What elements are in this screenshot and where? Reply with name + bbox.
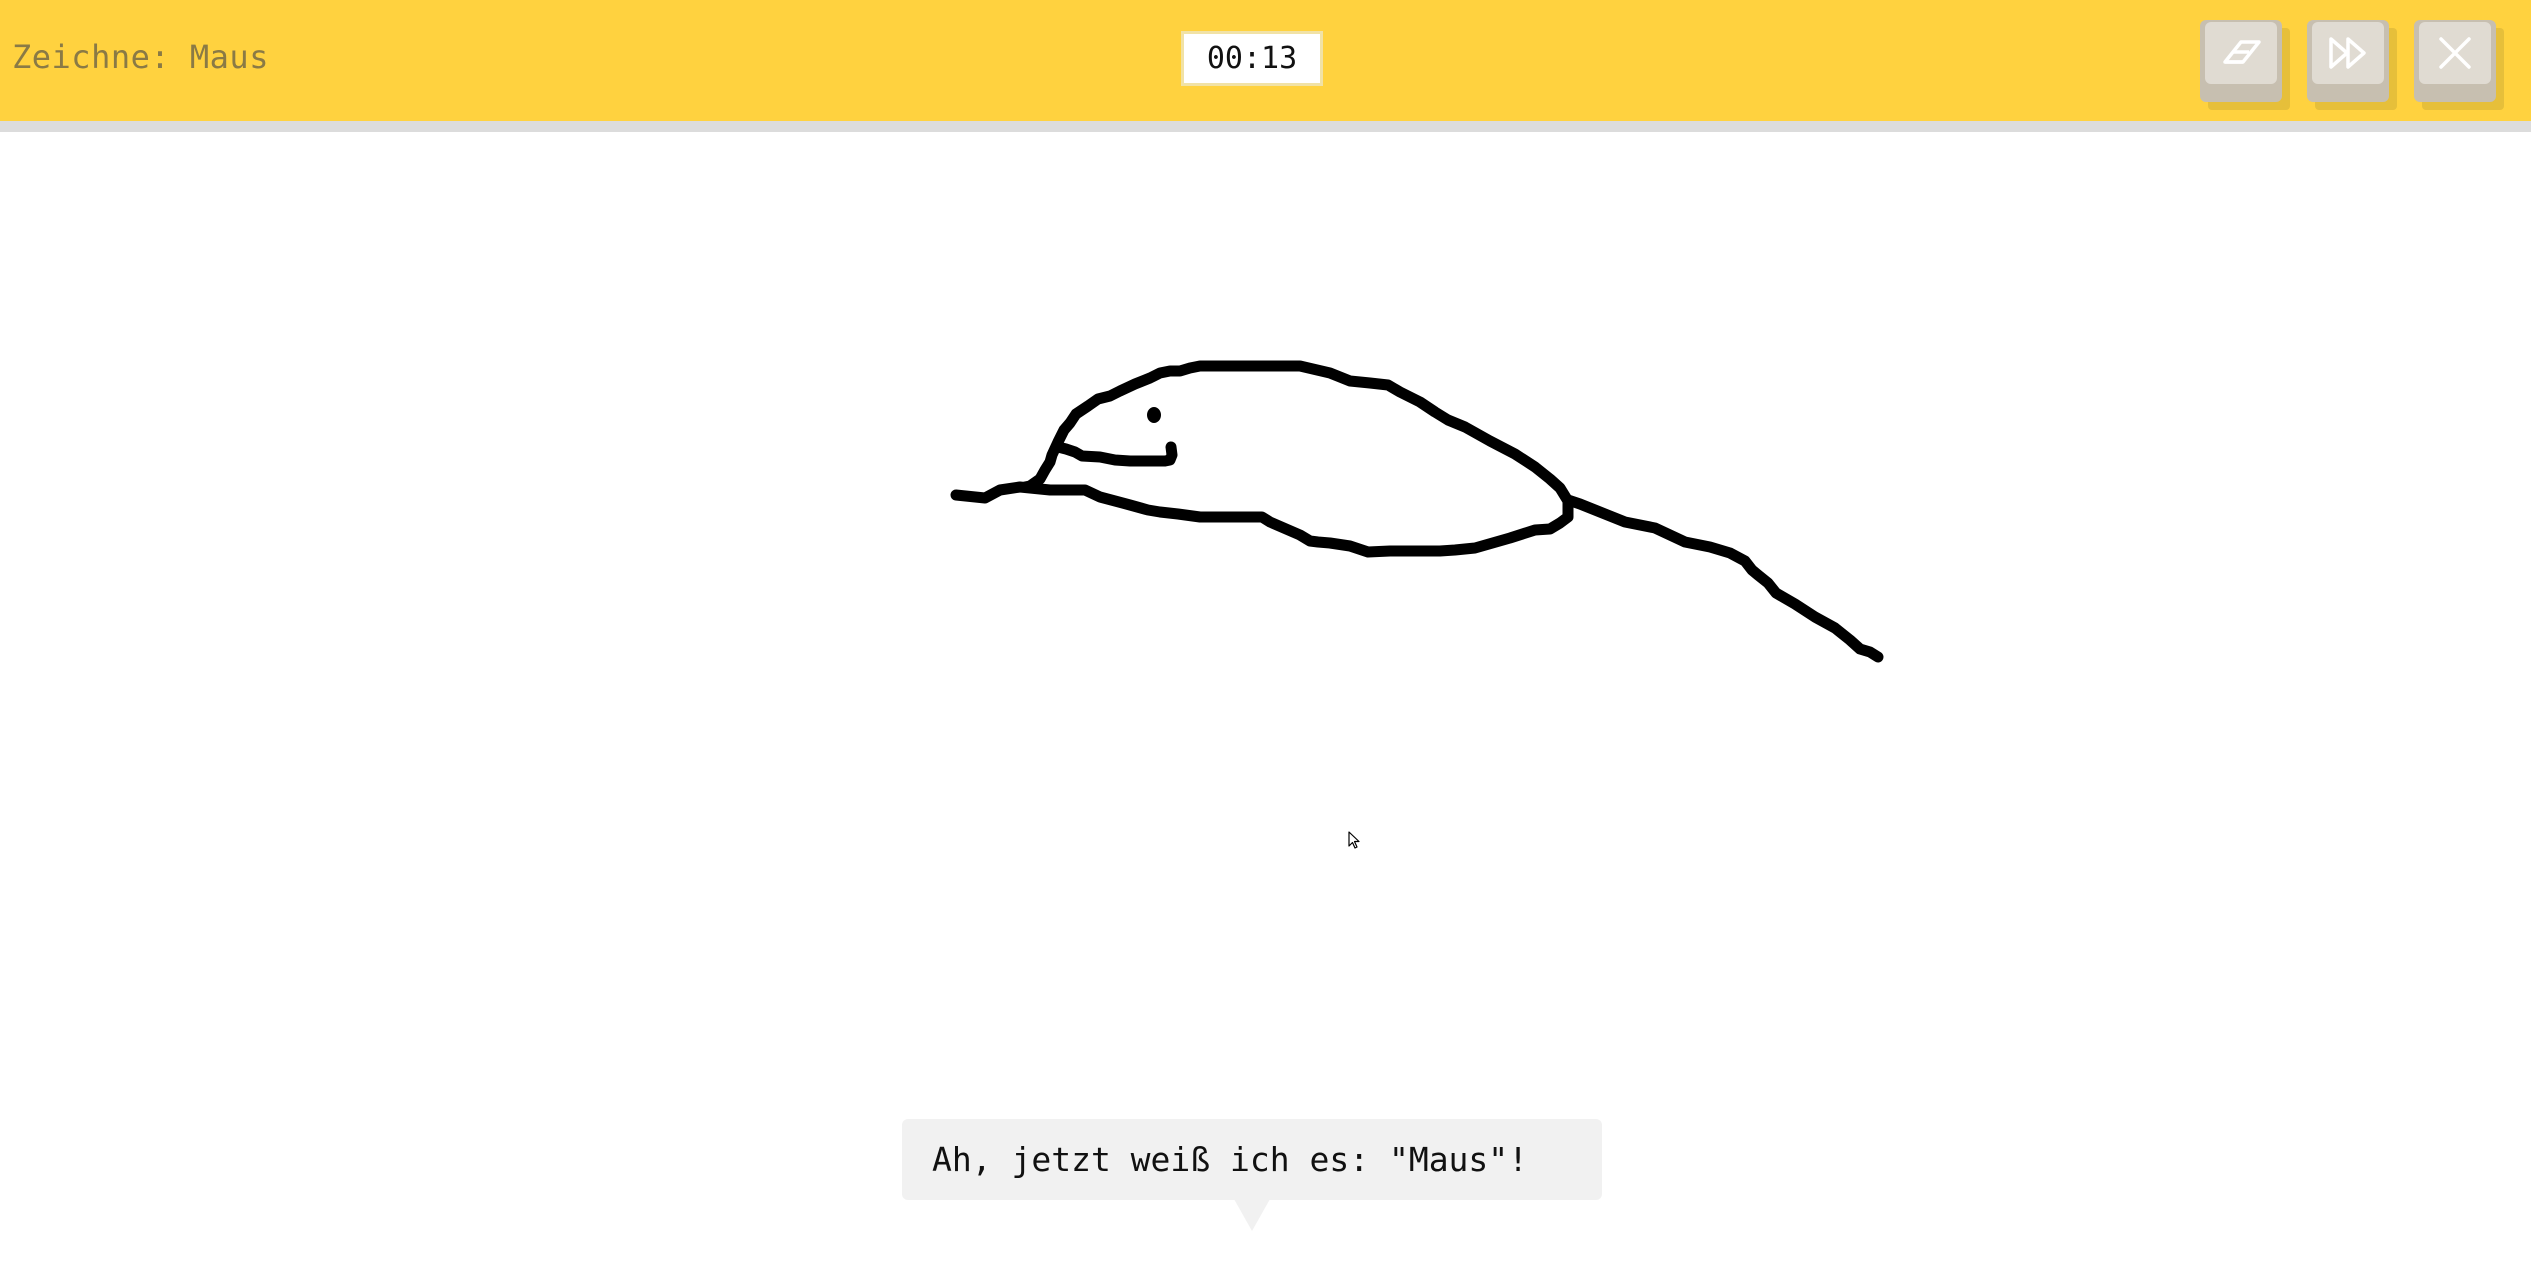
countdown-timer: 00:13 (1181, 31, 1323, 86)
clear-drawing-button[interactable] (2200, 20, 2290, 110)
mouse-doodle (950, 360, 1884, 663)
speech-bubble: Ah, jetzt weiß ich es: "Maus"! (902, 1119, 1602, 1200)
drawing-prompt: Zeichne: Maus (12, 38, 269, 76)
skip-button[interactable] (2307, 20, 2397, 110)
close-button[interactable] (2414, 20, 2504, 110)
fast-forward-icon (2329, 37, 2366, 69)
mouse-pointer-icon (1348, 831, 1360, 849)
speech-bubble-tail (1234, 1199, 1270, 1231)
eraser-icon (2223, 40, 2261, 64)
button-face[interactable] (2205, 22, 2277, 84)
button-face[interactable] (2419, 22, 2491, 84)
top-bar: Zeichne: Maus 00:13 (0, 0, 2531, 132)
drawing-canvas[interactable] (0, 132, 2531, 1270)
button-face[interactable] (2312, 22, 2384, 84)
close-icon (2439, 37, 2471, 69)
